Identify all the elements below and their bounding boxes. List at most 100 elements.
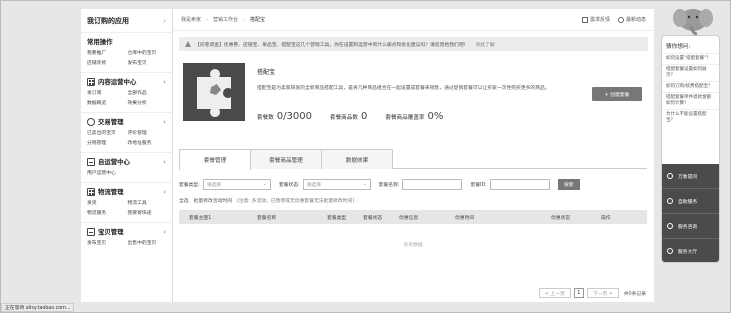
breadcrumb-separator: › <box>206 16 209 23</box>
section-label: 自运营中心 <box>98 158 130 166</box>
package-id-input[interactable] <box>489 178 550 190</box>
sidebar-link[interactable]: 物流服务 <box>87 209 126 216</box>
sidebar-section-trade: 交易管理 › 已卖出的宝贝 评价管理 分销管理 改地址服务 <box>81 113 172 153</box>
prev-page-button[interactable]: < 上一页 <box>538 288 571 298</box>
button-label: 服务咨询 <box>678 224 698 230</box>
sidebar-link[interactable]: 效果分析 <box>128 99 167 106</box>
trade-icon <box>87 117 95 126</box>
page-number[interactable]: 1 <box>573 288 584 298</box>
bell-icon <box>667 173 673 179</box>
notice-text: 【问卷调查】优惠券、店铺宝、单品宝、搭配宝这几个营销工具，你在设置和运营中有什么… <box>195 42 469 48</box>
consult-button[interactable]: 服务咨询 <box>662 214 719 239</box>
stat-label: 套餐商品覆盖率 <box>385 115 425 121</box>
breadcrumb-item[interactable]: 我是卖家 <box>181 16 201 23</box>
sidebar-link[interactable]: 评价管理 <box>128 129 167 136</box>
sidebar: 我订购的应用 › 常用操作 我要推广 仓库中的宝贝 店铺装修 发布宝贝 内容运营… <box>81 9 173 302</box>
type-select[interactable]: 请选择 ⌄ <box>202 178 271 190</box>
clock-icon <box>617 16 624 23</box>
self-service-button[interactable]: 自助服务 <box>662 189 719 214</box>
sidebar-link[interactable]: 物流工具 <box>128 199 167 206</box>
feedback-label: 需求反馈 <box>589 17 610 23</box>
sidebar-section-header[interactable]: 物流管理 › <box>87 187 166 196</box>
breadcrumb-item[interactable]: 营销工作台 <box>213 16 238 23</box>
chevron-right-icon: › <box>163 227 166 236</box>
sidebar-link[interactable]: 我要寄快递 <box>128 209 167 216</box>
column-header: 套餐类型 <box>327 216 347 221</box>
batch-hint: (注意: 多活动、已暂停或无优惠套餐无法批量修改时间) <box>237 199 355 204</box>
sidebar-section-logistics: 物流管理 › 发货 物流工具 物流服务 我要寄快递 <box>81 183 172 223</box>
next-page-button[interactable]: 下一页 > <box>586 288 619 298</box>
sidebar-section-header[interactable]: 内容运营中心 › <box>87 77 166 86</box>
ask-button[interactable]: 万象提问 <box>662 164 719 189</box>
button-label: 服务大厅 <box>678 249 698 255</box>
warning-icon <box>185 41 191 47</box>
sidebar-link[interactable]: 仓库中的宝贝 <box>128 49 167 56</box>
package-name-input[interactable] <box>402 178 463 190</box>
select-all-checkbox[interactable]: 全选 <box>179 197 189 204</box>
column-header: 优惠信息 <box>399 216 419 221</box>
goods-icon <box>87 227 95 236</box>
product-intro: 搭配宝 搭配宝是为卖家研发的全新商品搭配工具，是将几种商品组合在一起设置成套餐来… <box>179 51 648 133</box>
assistant-question[interactable]: 搭配套餐单件退款金额如何计算？ <box>662 92 719 109</box>
sidebar-link[interactable]: 用户运营中心 <box>87 169 126 176</box>
button-label: 自助服务 <box>678 199 698 205</box>
sidebar-section-header[interactable]: 自运营中心 › <box>87 157 166 166</box>
latest-news-label: 最新动态 <box>625 17 646 23</box>
status-select[interactable]: 请选择 ⌄ <box>302 178 371 190</box>
sidebar-link[interactable]: 全部作品 <box>128 89 167 96</box>
notice-link[interactable]: 点此了解 <box>475 41 494 48</box>
package-table: 套餐主图1 套餐名称 套餐类型 套餐状态 优惠信息 优惠时间 优惠状态 操作 没… <box>179 210 647 264</box>
assistant-title: 猜你想问: <box>666 44 691 50</box>
latest-news-button[interactable]: 最新动态 <box>617 16 646 23</box>
filter-bar: 套餐类型: 请选择 ⌄ 套餐状态: 请选择 ⌄ 套餐名称: 套餐ID: 搜索 <box>179 177 648 191</box>
chevron-right-icon: › <box>163 16 166 25</box>
sidebar-header[interactable]: 我订购的应用 › <box>81 9 172 33</box>
sidebar-section-title: 常用操作 <box>87 37 166 46</box>
assistant-question[interactable]: 如何订购/续费搭配宝？ <box>662 81 719 92</box>
sidebar-link[interactable]: 店铺装修 <box>87 59 126 66</box>
sidebar-link[interactable]: 数据概览 <box>87 99 126 106</box>
select-placeholder: 请选择 <box>306 182 322 188</box>
service-hall-button[interactable]: 服务大厅 <box>662 239 719 262</box>
edit-icon <box>581 16 588 23</box>
tab-bar: 套餐管理 套餐商品管理 数据效果 <box>179 149 647 170</box>
chevron-right-icon: › <box>163 157 166 166</box>
create-package-button[interactable]: + 创建套餐 <box>592 87 642 101</box>
chevron-down-icon: ⌄ <box>362 181 367 187</box>
browser-frame: 我订购的应用 › 常用操作 我要推广 仓库中的宝贝 店铺装修 发布宝贝 内容运营… <box>0 0 731 313</box>
feedback-button[interactable]: 需求反馈 <box>581 16 610 23</box>
sidebar-link[interactable]: 发布宝贝 <box>128 59 167 66</box>
sidebar-section-header[interactable]: 宝贝管理 › <box>87 227 166 236</box>
assistant-question[interactable]: 搭配套餐设置如何展示？ <box>662 64 719 81</box>
button-label: 万象提问 <box>678 174 698 180</box>
empty-state: 没有数据 <box>403 242 423 248</box>
product-name: 搭配宝 <box>257 69 276 76</box>
tab-data-effect[interactable]: 数据效果 <box>321 149 393 169</box>
survey-notice: 【问卷调查】优惠券、店铺宝、单品宝、搭配宝这几个营销工具，你在设置和运营中有什么… <box>179 37 648 51</box>
search-button[interactable]: 搜索 <box>557 178 580 190</box>
chevron-right-icon: › <box>163 117 166 126</box>
tab-package-management[interactable]: 套餐管理 <box>179 149 251 170</box>
sidebar-link[interactable]: 发订阅 <box>87 89 126 96</box>
sidebar-link[interactable]: 改地址服务 <box>128 139 167 146</box>
sidebar-link[interactable]: 已卖出的宝贝 <box>87 129 126 136</box>
sidebar-link[interactable]: 发布宝贝 <box>87 239 126 246</box>
elephant-mascot-icon <box>673 9 713 36</box>
tab-package-goods[interactable]: 套餐商品管理 <box>250 149 322 169</box>
status-label: 套餐状态: <box>278 182 300 188</box>
batch-edit-time-button[interactable]: 批量修改活动时间 <box>194 197 232 204</box>
sidebar-section-header[interactable]: 交易管理 › <box>87 117 166 126</box>
column-header: 套餐状态 <box>363 216 383 221</box>
sidebar-link[interactable]: 出售中的宝贝 <box>128 239 167 246</box>
column-header: 优惠状态 <box>551 216 571 221</box>
sidebar-section-self: 自运营中心 › 用户运营中心 <box>81 153 172 183</box>
sidebar-link[interactable]: 发货 <box>87 199 126 206</box>
sidebar-link[interactable]: 我要推广 <box>87 49 126 56</box>
sidebar-link[interactable]: 分销管理 <box>87 139 126 146</box>
assistant-question[interactable]: 为什么不能设置搭配宝？ <box>662 109 719 126</box>
pagination: < 上一页 1 下一页 > 共0条记录 <box>538 288 646 298</box>
total-records: 共0条记录 <box>623 291 646 297</box>
column-header: 优惠时间 <box>455 216 475 221</box>
assistant-question[interactable]: 如何设置"搭配套餐"？ <box>662 53 719 64</box>
section-label: 常用操作 <box>87 38 113 46</box>
